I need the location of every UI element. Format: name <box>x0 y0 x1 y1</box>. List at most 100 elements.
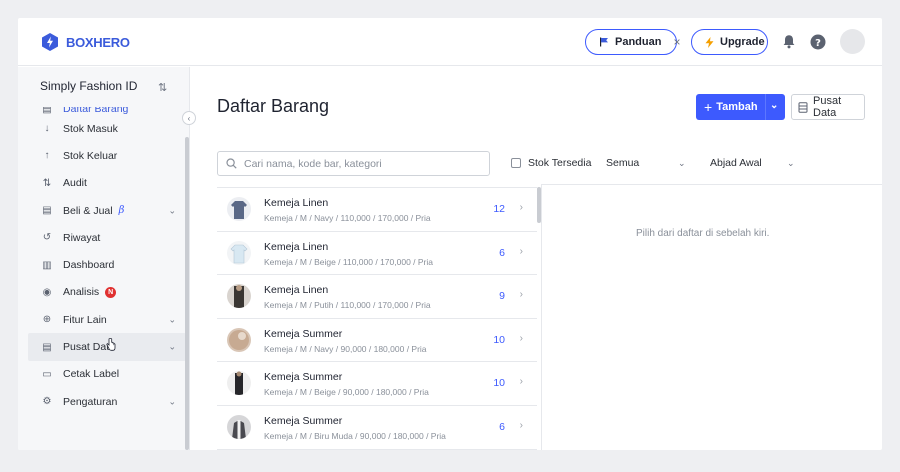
gear-icon: ⚙ <box>42 396 52 408</box>
sidebar-item-label: Cetak Label <box>63 368 120 381</box>
data-center-button[interactable]: Pusat Data <box>791 94 865 120</box>
chevron-down-icon[interactable]: ⌄ <box>168 396 176 407</box>
sidebar-item-label: Stok Masuk <box>63 122 118 135</box>
upgrade-button[interactable]: Upgrade <box>691 29 768 55</box>
upgrade-label: Upgrade <box>720 36 765 48</box>
page-title: Daftar Barang <box>217 96 330 116</box>
close-icon[interactable]: × <box>673 35 680 49</box>
hand-cursor-icon <box>106 338 116 354</box>
sidebar-item-label: Analisis <box>63 286 100 299</box>
chevron-right-icon: › <box>519 202 523 213</box>
sidebar-item-label: Pengaturan <box>63 395 118 408</box>
arrow-down-icon: ↓ <box>44 123 50 135</box>
stock-available-checkbox[interactable] <box>511 158 521 168</box>
sidebar-item-stok-masuk[interactable]: ↓ Stok Masuk <box>28 115 186 142</box>
category-filter-select[interactable]: Semua ⌄ <box>606 157 686 169</box>
sort-icon[interactable]: ⇅ <box>158 81 167 94</box>
product-thumbnail <box>227 240 251 265</box>
chevron-right-icon: › <box>519 376 523 388</box>
sidebar-item-pengaturan[interactable]: ⚙ Pengaturan ⌄ <box>28 388 186 415</box>
lightning-icon <box>705 36 714 48</box>
plus-icon: + <box>704 99 713 115</box>
boxhero-logo-icon <box>42 33 58 51</box>
chevron-right-icon: › <box>519 332 523 344</box>
product-thumbnail <box>227 327 251 352</box>
chevron-right-icon: › <box>519 289 523 301</box>
guide-button[interactable]: Panduan × <box>585 29 680 55</box>
sidebar-item-riwayat[interactable]: ↺ Riwayat <box>28 224 186 251</box>
sidebar-scrollbar[interactable] <box>185 137 189 450</box>
product-quantity: 12 <box>493 203 505 215</box>
empty-detail-message: Pilih dari daftar di sebelah kiri. <box>636 228 770 239</box>
sidebar-item-label: Audit <box>63 177 87 190</box>
product-detail: Kemeja / M / Biru Muda / 90,000 / 180,00… <box>264 430 446 441</box>
avatar[interactable] <box>840 29 865 54</box>
top-bar: BOXHERO Panduan × Upgrade ? <box>18 18 882 66</box>
list-item[interactable]: Kemeja Summer Kemeja / M / Biru Muda / 9… <box>217 406 537 450</box>
brand-logo[interactable]: BOXHERO <box>40 32 130 52</box>
product-quantity: 6 <box>499 420 505 433</box>
brand-name: BOXHERO <box>66 34 130 50</box>
list-scrollbar[interactable] <box>537 187 541 223</box>
product-detail: Kemeja / M / Beige / 90,000 / 180,000 / … <box>264 387 429 398</box>
product-name: Kemeja Linen <box>264 284 329 297</box>
document-icon: ▤ <box>42 205 52 217</box>
search-input[interactable]: Cari nama, kode bar, kategori <box>217 151 490 176</box>
sidebar-item-dashboard[interactable]: ▥ Dashboard <box>28 251 186 278</box>
product-detail: Kemeja / M / Beige / 110,000 / 170,000 /… <box>264 256 433 267</box>
sidebar-menu: ▤ Daftar Barang ↓ Stok Masuk ↑ Stok Kelu… <box>28 107 186 415</box>
sidebar-item-label: Daftar Barang <box>63 107 129 115</box>
bell-icon[interactable] <box>782 34 796 54</box>
product-thumbnail <box>227 414 251 439</box>
sidebar-item-cetak-label[interactable]: ▭ Cetak Label <box>28 361 186 388</box>
product-thumbnail <box>227 197 251 221</box>
add-item-button[interactable]: + Tambah ⌄ <box>696 94 785 120</box>
sort-value: Abjad Awal <box>710 157 762 169</box>
list-item[interactable]: Kemeja Linen Kemeja / M / Navy / 110,000… <box>217 188 537 232</box>
product-name: Kemeja Linen <box>264 197 329 209</box>
help-icon[interactable]: ? <box>810 34 826 55</box>
product-name: Kemeja Summer <box>264 327 343 340</box>
label-icon: ▭ <box>42 368 52 380</box>
sidebar-item-label: Beli & Jual <box>63 204 113 217</box>
sort-select[interactable]: Abjad Awal ⌄ <box>710 157 795 169</box>
list-item[interactable]: Kemeja Summer Kemeja / M / Navy / 90,000… <box>217 319 537 363</box>
guide-label: Panduan <box>615 36 662 48</box>
chevron-down-icon[interactable]: ⌄ <box>770 100 778 111</box>
product-detail: Kemeja / M / Navy / 90,000 / 180,000 / P… <box>264 343 427 354</box>
search-icon <box>226 158 237 169</box>
collapse-sidebar-button[interactable]: ‹ <box>182 111 196 125</box>
flag-icon <box>599 37 609 47</box>
product-thumbnail <box>227 371 251 396</box>
chevron-down-icon[interactable]: ⌄ <box>168 314 176 325</box>
product-detail: Kemeja / M / Putih / 110,000 / 170,000 /… <box>264 300 431 311</box>
new-badge: N <box>105 286 117 298</box>
product-quantity: 9 <box>499 290 505 303</box>
sidebar-item-audit[interactable]: ⇅ Audit <box>28 170 186 197</box>
sidebar-item-fitur-lain[interactable]: ⊕ Fitur Lain ⌄ <box>28 306 186 333</box>
sidebar-item-daftar-barang[interactable]: ▤ Daftar Barang <box>28 107 186 115</box>
add-label: Tambah <box>716 101 758 113</box>
product-quantity: 10 <box>493 377 505 390</box>
sidebar-item-label: Riwayat <box>63 231 101 244</box>
sidebar-item-analisis[interactable]: ◉ Analisis N <box>28 279 186 306</box>
sidebar-item-stok-keluar[interactable]: ↑ Stok Keluar <box>28 142 186 169</box>
database-icon: ▤ <box>42 341 52 353</box>
history-icon: ↺ <box>42 232 52 244</box>
list-item[interactable]: Kemeja Linen Kemeja / M / Putih / 110,00… <box>217 275 537 319</box>
stock-available-filter[interactable]: Stok Tersedia <box>511 157 591 169</box>
list-item[interactable]: Kemeja Summer Kemeja / M / Beige / 90,00… <box>217 362 537 406</box>
list-item[interactable]: Kemeja Linen Kemeja / M / Beige / 110,00… <box>217 232 537 276</box>
category-filter-value: Semua <box>606 157 640 169</box>
sidebar: Simply Fashion ID ⇅ ▤ Daftar Barang ↓ St… <box>18 67 190 450</box>
store-name[interactable]: Simply Fashion ID <box>40 79 137 93</box>
search-placeholder: Cari nama, kode bar, kategori <box>244 157 382 170</box>
chevron-down-icon[interactable]: ⌄ <box>168 342 176 353</box>
sidebar-item-pusat-data[interactable]: ▤ Pusat Data ⌄ <box>28 333 186 361</box>
sidebar-item-beli-jual[interactable]: ▤ Beli & Jual β ⌄ <box>28 197 186 224</box>
main-content: Daftar Barang + Tambah ⌄ Pusat Data Cari… <box>191 67 882 450</box>
sidebar-item-label: Fitur Lain <box>63 313 107 326</box>
chevron-down-icon[interactable]: ⌄ <box>168 205 176 216</box>
product-name: Kemeja Summer <box>264 371 343 384</box>
app-window: BOXHERO Panduan × Upgrade ? Simply Fashi… <box>18 18 882 450</box>
